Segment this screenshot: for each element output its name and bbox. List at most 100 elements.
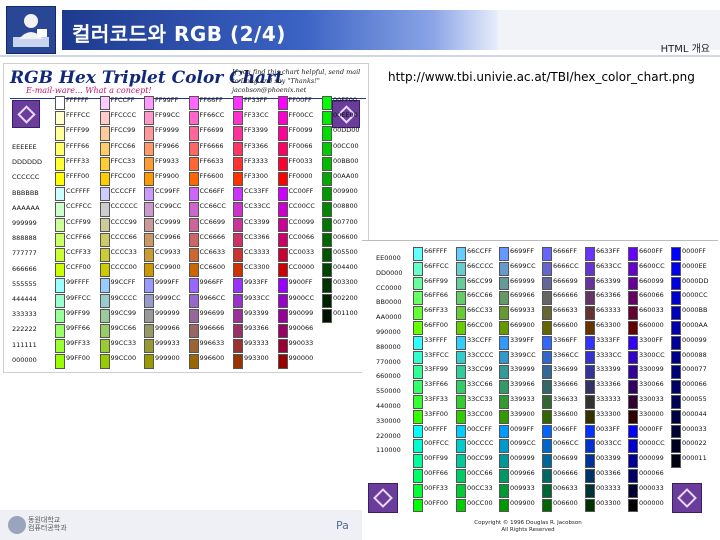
color-swatch: [456, 395, 466, 409]
color-label: FFCCFF: [110, 96, 135, 104]
color-label: 990000: [288, 354, 314, 363]
color-swatch: [55, 232, 65, 247]
color-swatch: [628, 261, 638, 276]
source-url[interactable]: http://www.tbi.univie.ac.at/TBI/hex_colo…: [388, 70, 695, 84]
color-swatch: [99, 95, 110, 111]
color-swatch: [585, 321, 595, 335]
color-label: 333333: [12, 310, 37, 319]
color-swatch: [233, 171, 243, 187]
color-swatch: [322, 171, 332, 187]
color-swatch: [499, 306, 509, 320]
color-swatch: [499, 439, 509, 454]
color-label: 666666: [553, 291, 578, 300]
color-label: 6600CC: [639, 261, 665, 270]
color-swatch: [233, 156, 243, 171]
color-swatch: [233, 202, 243, 217]
color-label: 550000: [376, 387, 401, 396]
color-swatch: [99, 293, 110, 308]
color-swatch: [322, 187, 332, 202]
color-swatch: [628, 439, 638, 454]
color-label: 000022: [682, 439, 707, 448]
color-label: 000000: [639, 498, 664, 507]
color-swatch: [55, 111, 65, 126]
color-label: CC0000: [288, 263, 315, 272]
color-label: 990066: [288, 324, 314, 332]
color-label: CC0099: [288, 217, 315, 226]
color-label: 336699: [553, 365, 578, 374]
color-swatch: [413, 306, 423, 320]
color-label: FF0033: [288, 156, 313, 165]
color-label: CC6666: [199, 232, 226, 241]
color-label: CCFF66: [66, 232, 91, 241]
color-swatch: [542, 321, 552, 335]
color-label: CC33CC: [244, 202, 271, 211]
color-swatch: [233, 308, 243, 323]
color-label: CC3399: [244, 217, 270, 226]
color-label: 000088: [682, 350, 707, 359]
color-label: 330000: [639, 409, 664, 418]
color-swatch: [542, 261, 552, 276]
color-swatch: [277, 217, 288, 232]
color-swatch: [413, 380, 423, 394]
color-label: FF9900: [155, 172, 180, 180]
color-swatch: [413, 335, 423, 350]
color-label: CCCC33: [110, 248, 137, 256]
university-name: 동원대학교 컴퓨터공학과: [28, 516, 67, 532]
color-label: CCCCCC: [12, 173, 40, 182]
color-swatch: [188, 171, 199, 187]
color-label: 009900: [510, 498, 535, 507]
color-label: 999966: [155, 324, 180, 332]
color-swatch: [542, 469, 552, 483]
color-label: FF0000: [288, 172, 313, 180]
color-swatch: [233, 263, 243, 278]
color-label: 003300: [333, 278, 358, 287]
color-swatch: [55, 308, 65, 323]
chart-note: If you find this chart helpful, send mai…: [232, 68, 361, 94]
university-emblem-icon: [8, 516, 26, 534]
color-swatch: [233, 293, 243, 308]
color-swatch: [277, 354, 288, 369]
color-label: 999999: [155, 308, 180, 317]
color-swatch: [628, 335, 638, 350]
color-label: 007700: [333, 217, 358, 226]
color-label: 33CCFF: [467, 335, 492, 344]
color-swatch: [628, 247, 638, 261]
color-swatch: [671, 291, 681, 306]
color-swatch: [322, 141, 332, 156]
color-label: 660000: [639, 321, 664, 329]
color-label: 330000: [376, 416, 401, 425]
color-swatch: [499, 291, 509, 306]
color-label: CC0000: [376, 283, 402, 292]
color-label: 000033: [682, 424, 707, 433]
color-swatch: [144, 111, 154, 126]
color-label: 444444: [12, 295, 37, 303]
color-label: CC3366: [244, 232, 270, 241]
color-swatch: [144, 232, 154, 247]
color-swatch: [499, 365, 509, 380]
color-label: FF6666: [199, 141, 224, 150]
color-label: 3300CC: [639, 350, 665, 359]
color-label: 000066: [682, 380, 707, 389]
color-swatch: [55, 202, 65, 217]
color-swatch: [144, 339, 154, 354]
color-swatch: [188, 126, 199, 141]
color-label: 3333CC: [596, 350, 622, 359]
color-label: 3399FF: [510, 335, 535, 344]
color-swatch: [671, 261, 681, 276]
color-swatch: [628, 454, 638, 468]
color-swatch: [144, 247, 154, 263]
color-swatch: [628, 350, 638, 365]
color-swatch: [456, 321, 466, 335]
color-label: 9966CC: [199, 293, 226, 302]
color-swatch: [456, 335, 466, 350]
color-label: FFCCCC: [110, 111, 137, 120]
color-label: FF9966: [155, 141, 180, 150]
color-label: 339900: [510, 409, 535, 418]
color-label: 990033: [288, 339, 314, 348]
color-label: FF3300: [244, 172, 269, 180]
color-label: DDDDDD: [12, 158, 43, 167]
color-swatch: [542, 365, 552, 380]
color-swatch: [413, 454, 423, 468]
color-label: 339933: [510, 395, 535, 403]
color-label: 993333: [244, 339, 269, 348]
